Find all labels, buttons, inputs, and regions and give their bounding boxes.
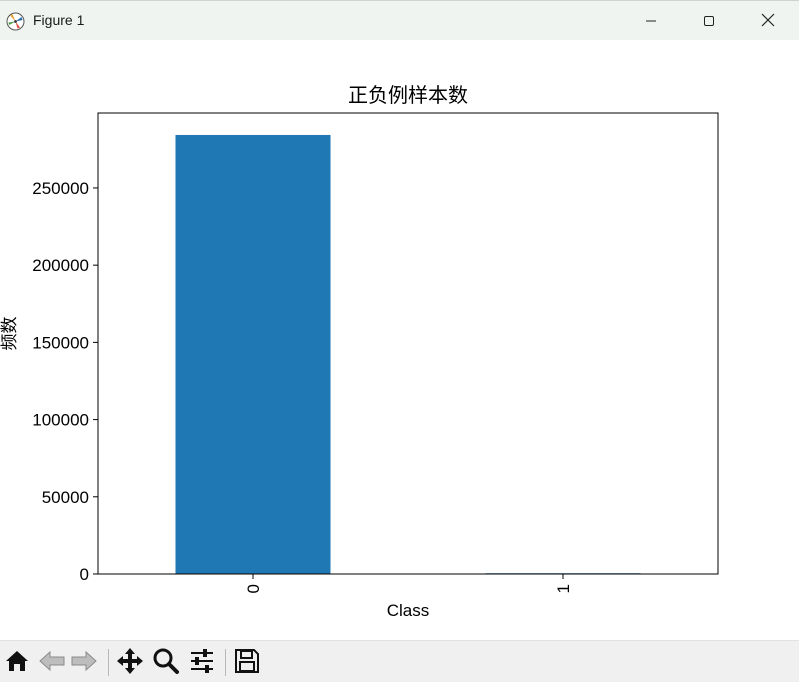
y-tick-label-250000: 250000 xyxy=(32,179,89,198)
y-axis-label: 频数 xyxy=(0,317,20,351)
save-button[interactable] xyxy=(231,648,263,678)
window-titlebar: Figure 1 xyxy=(0,0,799,40)
chart-title: 正负例样本数 xyxy=(348,83,468,107)
close-button[interactable] xyxy=(745,1,791,41)
configure-subplots-button[interactable] xyxy=(186,648,218,678)
minimize-button[interactable] xyxy=(628,1,674,41)
back-button[interactable] xyxy=(36,648,68,678)
minimize-icon xyxy=(645,12,657,31)
bar-0 xyxy=(175,134,331,574)
x-tick-label-1: 1 xyxy=(554,584,573,593)
zoom-magnifier-icon xyxy=(152,647,180,679)
pan-move-icon xyxy=(116,647,144,679)
y-tick-label-0: 0 xyxy=(80,565,89,584)
forward-button[interactable] xyxy=(68,648,100,678)
close-icon xyxy=(761,12,775,31)
zoom-button[interactable] xyxy=(150,648,182,678)
back-arrow-icon xyxy=(37,648,67,678)
figure-canvas[interactable]: 0 50000 100000 150000 200000 250000 0 1 正负例样本数 Cl… xyxy=(0,40,799,640)
save-floppy-icon xyxy=(234,648,260,678)
y-tick-label-150000: 150000 xyxy=(32,333,89,352)
maximize-icon xyxy=(703,12,715,31)
matplotlib-logo-icon xyxy=(6,12,25,31)
configure-sliders-icon xyxy=(188,647,216,679)
maximize-button[interactable] xyxy=(686,1,732,41)
pan-button[interactable] xyxy=(114,648,146,678)
toolbar-separator xyxy=(225,649,226,676)
forward-arrow-icon xyxy=(69,648,99,678)
toolbar-separator xyxy=(108,649,109,676)
y-tick-label-50000: 50000 xyxy=(42,488,89,507)
x-axis-label: Class xyxy=(387,601,430,620)
window-title: Figure 1 xyxy=(33,12,85,28)
home-button[interactable] xyxy=(1,648,33,678)
home-icon xyxy=(4,648,30,678)
y-tick-label-100000: 100000 xyxy=(32,411,89,430)
bar-chart: 0 50000 100000 150000 200000 250000 0 1 正负例样本数 Cl… xyxy=(0,83,719,620)
x-tick-label-0: 0 xyxy=(244,584,263,593)
y-tick-label-200000: 200000 xyxy=(32,256,89,275)
navigation-toolbar xyxy=(0,640,799,682)
